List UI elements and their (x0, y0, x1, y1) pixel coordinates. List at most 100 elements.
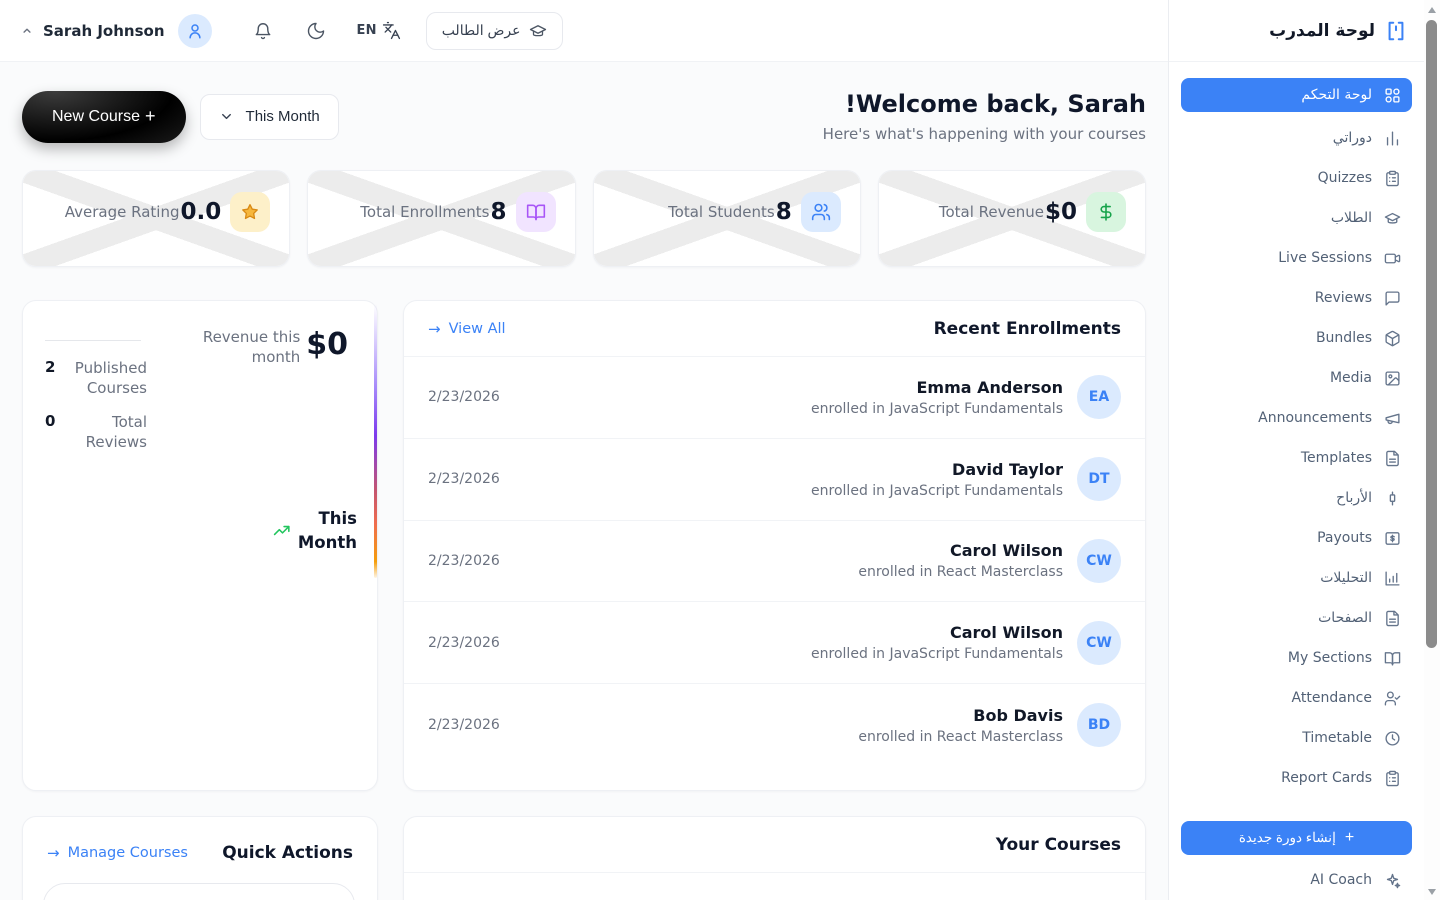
revenue-top: $0 Revenue this month Published Courses … (45, 327, 355, 465)
panel-title: Your Courses (996, 835, 1121, 855)
enrollment-row[interactable]: CW Carol Wilson enrolled in React Master… (404, 521, 1145, 603)
sidebar-item-bundles[interactable]: Bundles (1181, 318, 1412, 358)
scrollbar-thumb[interactable] (1426, 20, 1437, 648)
sidebar-item-students[interactable]: الطلاب (1181, 198, 1412, 238)
sidebar-item-label: الأرباح (1336, 490, 1372, 506)
sidebar-item-ai-coach[interactable]: AI Coach (1181, 860, 1412, 900)
sidebar-item-label: الطلاب (1331, 210, 1372, 226)
sidebar-item-payouts[interactable]: Payouts (1181, 518, 1412, 558)
header-controls: This Month New Course + (22, 91, 339, 143)
sidebar-item-quizzes[interactable]: Quizzes (1181, 158, 1412, 198)
scrollbar-down-arrow[interactable] (1428, 889, 1436, 895)
enrollment-row[interactable]: EA Emma Anderson enrolled in JavaScript … (404, 357, 1145, 439)
legend-label: This Month (299, 507, 357, 555)
panel-header: Your Courses (404, 817, 1145, 873)
student-view-button[interactable]: عرض الطالب (426, 12, 563, 50)
message-bubble-icon (1384, 290, 1401, 307)
enrollment-text: Carol Wilson enrolled in React Mastercla… (858, 541, 1063, 580)
student-name: David Taylor (811, 460, 1063, 479)
sidebar-item-announcements[interactable]: Announcements (1181, 398, 1412, 438)
enrollment-row[interactable]: DT David Taylor enrolled in JavaScript F… (404, 439, 1145, 521)
stat-card-total-students: 8 Total Students (593, 170, 861, 267)
sidebar-item-live-sessions[interactable]: Live Sessions (1181, 238, 1412, 278)
view-all-link[interactable]: View All → (428, 320, 506, 338)
create-course-label: إنشاء دورة جديدة (1239, 830, 1336, 846)
sidebar-item-label: Report Cards (1281, 770, 1372, 786)
enrollment-row[interactable]: BD Bob Davis enrolled in React Mastercla… (404, 684, 1145, 766)
page-title: Welcome back, Sarah! (823, 90, 1146, 118)
mini-stat-published-courses: Published Courses 2 (45, 358, 147, 399)
sidebar-item-label: Live Sessions (1278, 250, 1372, 266)
enrollment-date: 2/23/2026 (428, 635, 500, 651)
sidebar-item-reviews[interactable]: Reviews (1181, 278, 1412, 318)
sidebar-item-earnings[interactable]: الأرباح (1181, 478, 1412, 518)
window-scrollbar[interactable] (1424, 0, 1440, 900)
notifications-bell-icon[interactable] (253, 21, 273, 41)
dark-mode-moon-icon[interactable] (306, 21, 326, 41)
quick-action-button[interactable] (43, 883, 355, 900)
stat-inner: 8 Total Enrollments (360, 192, 555, 232)
sidebar-item-label: الصفحات (1318, 610, 1372, 626)
star-icon (230, 192, 270, 232)
sidebar-item-my-sections[interactable]: My Sections (1181, 638, 1412, 678)
chart-legend: This Month (273, 507, 357, 555)
period-dropdown[interactable]: This Month (200, 94, 339, 140)
file-text-icon (1384, 610, 1401, 627)
candlestick-icon (1384, 490, 1401, 507)
avatar: BD (1077, 703, 1121, 747)
sidebar-item-label: Attendance (1292, 690, 1372, 706)
plus-icon: + (145, 106, 156, 127)
trending-up-icon (273, 521, 292, 540)
chart-column-icon (1384, 570, 1401, 587)
sidebar-item-report-cards[interactable]: Report Cards (1181, 758, 1412, 798)
enrollment-detail: enrolled in JavaScript Fundamentals (811, 401, 1063, 417)
sidebar-item-label: Payouts (1317, 530, 1372, 546)
avatar: EA (1077, 375, 1121, 419)
divider (45, 340, 141, 341)
enrollment-row[interactable]: CW Carol Wilson enrolled in JavaScript F… (404, 602, 1145, 684)
sidebar-item-timetable[interactable]: Timetable (1181, 718, 1412, 758)
avatar[interactable] (178, 14, 212, 48)
sidebar-nav: لوحة التحكم دوراتي Quizzes الطلاب Live S… (1169, 62, 1424, 808)
sidebar-item-label: دوراتي (1333, 130, 1372, 146)
enrollment-text: Emma Anderson enrolled in JavaScript Fun… (811, 378, 1063, 417)
enrollment-detail: enrolled in JavaScript Fundamentals (811, 483, 1063, 499)
user-name[interactable]: Sarah Johnson (43, 22, 165, 40)
chevron-up-icon[interactable] (20, 24, 34, 38)
sidebar-item-templates[interactable]: Templates (1181, 438, 1412, 478)
sidebar-item-label: التحليلات (1320, 570, 1372, 586)
graduation-cap-icon (529, 22, 547, 40)
sidebar-item-pages[interactable]: الصفحات (1181, 598, 1412, 638)
enrollment-date: 2/23/2026 (428, 553, 500, 569)
avatar: CW (1077, 621, 1121, 665)
sidebar-item-my-courses[interactable]: دوراتي (1181, 118, 1412, 158)
user-icon (186, 22, 204, 40)
sidebar-item-behavior[interactable]: Behavior (1181, 798, 1412, 808)
sidebar-item-attendance[interactable]: Attendance (1181, 678, 1412, 718)
student-name: Carol Wilson (858, 541, 1063, 560)
book-open-icon (516, 192, 556, 232)
stat-card-total-revenue: $0 Total Revenue (878, 170, 1146, 267)
enrollment-detail: enrolled in React Masterclass (858, 564, 1063, 580)
sidebar-item-analytics[interactable]: التحليلات (1181, 558, 1412, 598)
user-check-icon (1384, 690, 1401, 707)
revenue-value: $0 (306, 330, 348, 465)
stat-card-average-rating: 0.0 Average Rating (22, 170, 290, 267)
manage-courses-link[interactable]: Manage Courses → (47, 844, 188, 862)
your-courses-panel: Your Courses (403, 816, 1146, 900)
stat-label: Total Revenue (939, 203, 1044, 221)
mini-stat-label: Total Reviews (55, 412, 147, 453)
scrollbar-up-arrow[interactable] (1428, 7, 1436, 13)
sidebar-item-label: Reviews (1315, 290, 1372, 306)
sidebar-item-media[interactable]: Media (1181, 358, 1412, 398)
arrow-right-icon: → (428, 320, 441, 338)
student-name: Bob Davis (858, 706, 1063, 725)
sidebar-item-label: Templates (1301, 450, 1372, 466)
language-toggle[interactable]: EN (357, 21, 401, 40)
page-header: Welcome back, Sarah! Here's what's happe… (22, 90, 1146, 143)
new-course-button[interactable]: New Course + (22, 91, 186, 143)
mini-stat-value: 2 (45, 358, 55, 376)
create-course-button[interactable]: + إنشاء دورة جديدة (1181, 821, 1412, 855)
video-camera-icon (1384, 250, 1401, 267)
sidebar-item-dashboard[interactable]: لوحة التحكم (1181, 78, 1412, 112)
